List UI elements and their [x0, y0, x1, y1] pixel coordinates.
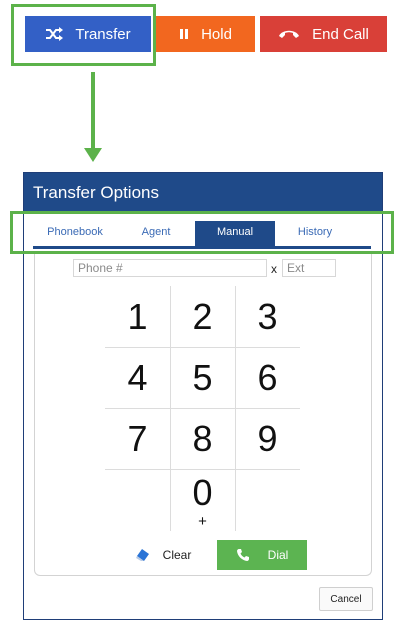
hangup-phone-icon	[278, 28, 300, 40]
keypad-key-6[interactable]: 6	[235, 347, 300, 408]
keypad-key-2[interactable]: 2	[170, 286, 235, 347]
clear-button-label: Clear	[162, 548, 192, 562]
keypad-key-7[interactable]: 7	[105, 408, 170, 469]
keypad-key-1[interactable]: 1	[105, 286, 170, 347]
hold-button-label: Hold	[201, 25, 232, 43]
keypad-key-5[interactable]: 5	[170, 347, 235, 408]
keypad-key-9[interactable]: 9	[235, 408, 300, 469]
tabs-highlight-box	[10, 211, 394, 254]
end-call-button-label: End Call	[312, 25, 369, 43]
cancel-button[interactable]: Cancel	[319, 587, 373, 611]
dial-button-label: Dial	[267, 548, 289, 562]
pause-icon	[179, 28, 189, 40]
pointer-arrow-shaft	[91, 72, 95, 150]
clear-button[interactable]: Clear	[117, 540, 209, 570]
transfer-highlight-box	[11, 4, 156, 66]
dialog-title: Transfer Options	[24, 173, 382, 211]
dial-keypad: 1 2 3 4 5 6 7 8 9 0 +	[105, 286, 300, 531]
end-call-button[interactable]: End Call	[260, 16, 387, 52]
keypad-key-8[interactable]: 8	[170, 408, 235, 469]
dial-button[interactable]: Dial	[217, 540, 307, 570]
manual-dial-panel: x 1 2 3 4 5 6 7 8 9 0 +	[34, 254, 372, 576]
keypad-key-0-plus: +	[198, 512, 207, 530]
keypad-key-0-digit: 0	[192, 471, 213, 513]
keypad-key-0[interactable]: 0 +	[170, 469, 235, 530]
eraser-icon	[135, 548, 151, 562]
phone-number-input[interactable]	[73, 259, 267, 277]
keypad-key-3[interactable]: 3	[235, 286, 300, 347]
extension-separator: x	[271, 262, 277, 276]
extension-input[interactable]	[282, 259, 336, 277]
hold-button[interactable]: Hold	[156, 16, 255, 52]
pointer-arrow-head	[84, 148, 102, 162]
keypad-key-4[interactable]: 4	[105, 347, 170, 408]
phone-icon	[236, 548, 250, 562]
